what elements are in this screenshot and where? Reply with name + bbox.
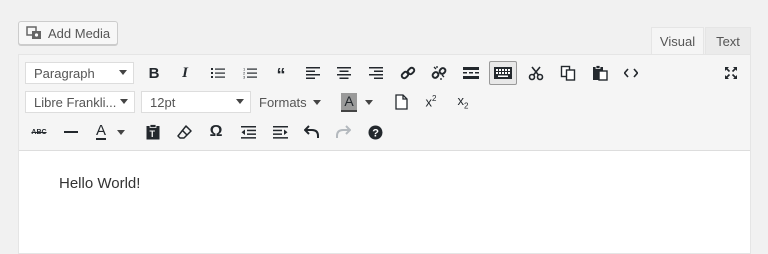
superscript-button[interactable]: x2 bbox=[419, 91, 443, 113]
undo-icon bbox=[304, 125, 319, 138]
bold-icon: B bbox=[148, 64, 160, 82]
align-center-button[interactable] bbox=[332, 62, 356, 84]
document-icon bbox=[394, 94, 408, 110]
undo-button[interactable] bbox=[300, 121, 324, 143]
insert-link-button[interactable] bbox=[396, 62, 420, 84]
align-left-icon bbox=[306, 67, 320, 79]
source-code-button[interactable] bbox=[619, 62, 643, 84]
copy-icon bbox=[560, 65, 576, 81]
subscript-button[interactable]: x2 bbox=[451, 91, 475, 113]
align-left-button[interactable] bbox=[301, 62, 325, 84]
tab-visual[interactable]: Visual bbox=[651, 27, 704, 55]
indent-icon bbox=[272, 125, 288, 139]
cut-button[interactable] bbox=[524, 62, 548, 84]
tab-text[interactable]: Text bbox=[705, 27, 751, 54]
font-size-select[interactable]: 12pt bbox=[141, 91, 251, 113]
blockquote-button[interactable]: “ bbox=[269, 62, 293, 85]
expand-icon bbox=[725, 67, 737, 79]
quote-icon: “ bbox=[276, 65, 286, 85]
chevron-down-icon bbox=[117, 129, 125, 135]
format-select-value: Paragraph bbox=[34, 65, 95, 81]
formats-label: Formats bbox=[259, 94, 307, 110]
font-family-select[interactable]: Libre Frankli... bbox=[25, 91, 135, 113]
code-icon bbox=[624, 68, 638, 78]
redo-button[interactable] bbox=[331, 121, 355, 143]
fullscreen-button[interactable] bbox=[719, 62, 743, 84]
numbered-list-button[interactable]: 1 2 3 bbox=[238, 62, 262, 84]
text-color-button[interactable]: A bbox=[91, 121, 111, 143]
text-color-dropdown[interactable] bbox=[114, 121, 128, 143]
media-icon bbox=[26, 26, 41, 39]
toolbar-toggle-button[interactable] bbox=[489, 61, 517, 85]
redo-icon bbox=[336, 125, 351, 138]
formats-menu[interactable]: Formats bbox=[259, 91, 329, 113]
help-icon: ? bbox=[368, 125, 382, 139]
align-center-icon bbox=[337, 67, 351, 79]
text-color-icon: A bbox=[95, 122, 106, 140]
outdent-icon bbox=[240, 125, 256, 139]
italic-icon: I bbox=[182, 64, 188, 81]
add-media-label: Add Media bbox=[48, 25, 111, 41]
special-character-button[interactable]: Ω bbox=[204, 121, 228, 143]
editor: Paragraph B I 1 2 3 “ Libre Frankli... 1… bbox=[18, 54, 751, 254]
bullet-list-button[interactable] bbox=[206, 62, 230, 84]
clear-formatting-button[interactable] bbox=[173, 121, 197, 143]
paste-as-text-button[interactable]: T bbox=[141, 121, 165, 143]
subscript-icon: x2 bbox=[457, 93, 469, 111]
background-color-dropdown[interactable] bbox=[362, 91, 376, 113]
background-color-button[interactable]: A bbox=[339, 91, 359, 113]
link-icon bbox=[400, 66, 416, 80]
keyboard-icon bbox=[494, 67, 512, 79]
svg-text:T: T bbox=[150, 129, 156, 139]
format-select[interactable]: Paragraph bbox=[25, 62, 134, 84]
bold-button[interactable]: B bbox=[142, 62, 166, 84]
chevron-down-icon bbox=[120, 99, 128, 104]
eraser-icon bbox=[177, 125, 192, 139]
svg-text:3: 3 bbox=[243, 75, 246, 80]
scissors-icon bbox=[528, 66, 544, 81]
font-family-value: Libre Frankli... bbox=[34, 94, 117, 110]
chevron-down-icon bbox=[119, 70, 127, 75]
paste-icon bbox=[593, 65, 608, 81]
add-media-button[interactable]: Add Media bbox=[18, 21, 118, 45]
background-color-icon: A bbox=[341, 92, 357, 112]
copy-button[interactable] bbox=[556, 62, 580, 84]
align-right-button[interactable] bbox=[364, 62, 388, 84]
editor-content[interactable]: Hello World! bbox=[19, 151, 750, 253]
remove-link-button[interactable] bbox=[427, 62, 451, 84]
align-right-icon bbox=[369, 67, 383, 79]
indent-button[interactable] bbox=[268, 121, 292, 143]
new-document-button[interactable] bbox=[389, 91, 413, 113]
insert-more-button[interactable] bbox=[459, 62, 483, 84]
editor-toolbar: Paragraph B I 1 2 3 “ Libre Frankli... 1… bbox=[19, 55, 750, 151]
paste-button[interactable] bbox=[588, 62, 612, 84]
chevron-down-icon bbox=[312, 99, 321, 105]
tab-visual-label: Visual bbox=[659, 34, 696, 49]
strikethrough-button[interactable]: ABC bbox=[27, 121, 51, 143]
horizontal-line-button[interactable] bbox=[59, 121, 83, 143]
bullet-list-icon bbox=[211, 68, 225, 78]
superscript-icon: x2 bbox=[425, 94, 437, 110]
numbered-list-icon: 1 2 3 bbox=[243, 67, 257, 79]
unlink-icon bbox=[431, 66, 447, 80]
strikethrough-icon: ABC bbox=[31, 128, 47, 136]
chevron-down-icon bbox=[236, 99, 244, 104]
chevron-down-icon bbox=[365, 99, 373, 105]
read-more-icon bbox=[463, 67, 479, 79]
italic-button[interactable]: I bbox=[173, 62, 197, 84]
outdent-button[interactable] bbox=[236, 121, 260, 143]
help-button[interactable]: ? bbox=[363, 121, 387, 143]
font-size-value: 12pt bbox=[150, 94, 176, 110]
omega-icon: Ω bbox=[209, 123, 223, 140]
horizontal-line-icon bbox=[64, 131, 78, 133]
tab-text-label: Text bbox=[716, 33, 740, 49]
svg-text:?: ? bbox=[372, 127, 379, 139]
clipboard-text-icon: T bbox=[146, 124, 160, 140]
content-paragraph: Hello World! bbox=[59, 175, 141, 192]
